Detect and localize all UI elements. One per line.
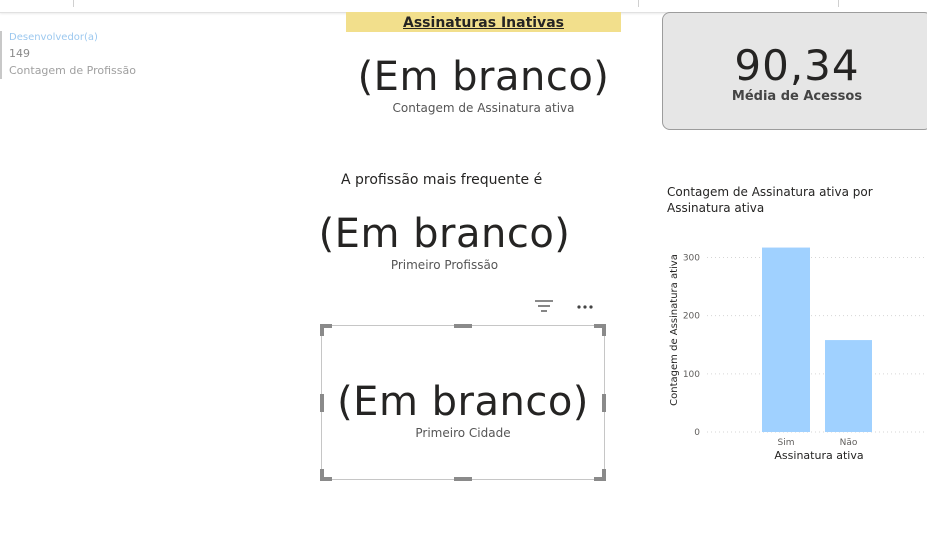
toolbar-divider	[838, 0, 839, 7]
card-caption: Contagem de Assinatura ativa	[392, 101, 575, 115]
card-caption: Primeiro Cidade	[415, 426, 511, 440]
x-tick-label: Não	[840, 438, 858, 448]
resize-handle[interactable]	[320, 469, 324, 481]
multi-row-card-title: Desenvolvedor(a)	[9, 32, 98, 43]
resize-handle[interactable]	[320, 324, 324, 336]
banner-title: Assinaturas Inativas	[403, 15, 564, 31]
more-options-icon[interactable]	[574, 297, 596, 317]
chart-title: Contagem de Assinatura ativa por Assinat…	[667, 184, 873, 216]
chart-title-line-1: Contagem de Assinatura ativa por	[667, 185, 873, 199]
card-value: (Em branco)	[337, 379, 589, 425]
multi-row-card-label: Contagem de Profissão	[9, 64, 136, 77]
resize-handle[interactable]	[602, 324, 606, 336]
y-tick-label: 0	[694, 428, 700, 438]
y-tick-label: 200	[683, 312, 700, 322]
multi-row-card-value: 149	[9, 47, 30, 60]
card-first-profession[interactable]: (Em branco) Primeiro Profissão	[316, 211, 573, 273]
card-value: (Em branco)	[357, 54, 610, 100]
resize-handle[interactable]	[454, 324, 472, 328]
multi-row-card[interactable]: Desenvolvedor(a) 149 Contagem de Profiss…	[0, 31, 136, 79]
x-axis-title: Assinatura ativa	[774, 449, 863, 462]
y-tick-label: 100	[683, 370, 700, 380]
x-tick-label: Sim	[778, 438, 795, 448]
bar-sim[interactable]	[762, 247, 810, 432]
card-caption: Primeiro Profissão	[390, 258, 499, 272]
toolbar-divider	[638, 0, 639, 7]
card-active-subscription-count[interactable]: (Em branco) Contagem de Assinatura ativa	[346, 54, 621, 116]
y-tick-label: 300	[683, 253, 700, 263]
bar-não[interactable]	[825, 340, 872, 432]
kpi-card-average-access[interactable]: 90,34 Média de Acessos	[662, 12, 927, 130]
card-first-city: (Em branco) Primeiro Cidade	[322, 379, 604, 441]
most-frequent-profession-heading: A profissão mais frequente é	[341, 172, 543, 188]
section-banner: Assinaturas Inativas	[346, 12, 621, 32]
chart-title-line-2: Assinatura ativa	[667, 201, 765, 215]
selected-visual-frame[interactable]: (Em branco) Primeiro Cidade	[320, 324, 606, 481]
bar-chart[interactable]: 0 100 200 300 Sim NãoAssinatura ativa Contagem…	[660, 230, 927, 466]
resize-handle[interactable]	[602, 469, 606, 481]
y-axis-title: Contagem de Assinatura ativa	[669, 254, 680, 406]
toolbar-divider	[73, 0, 74, 7]
filter-icon[interactable]	[533, 297, 555, 317]
card-value: (Em branco)	[318, 211, 571, 257]
kpi-caption: Média de Acessos	[731, 89, 863, 104]
resize-handle[interactable]	[454, 477, 472, 481]
kpi-value: 90,34	[734, 41, 860, 90]
